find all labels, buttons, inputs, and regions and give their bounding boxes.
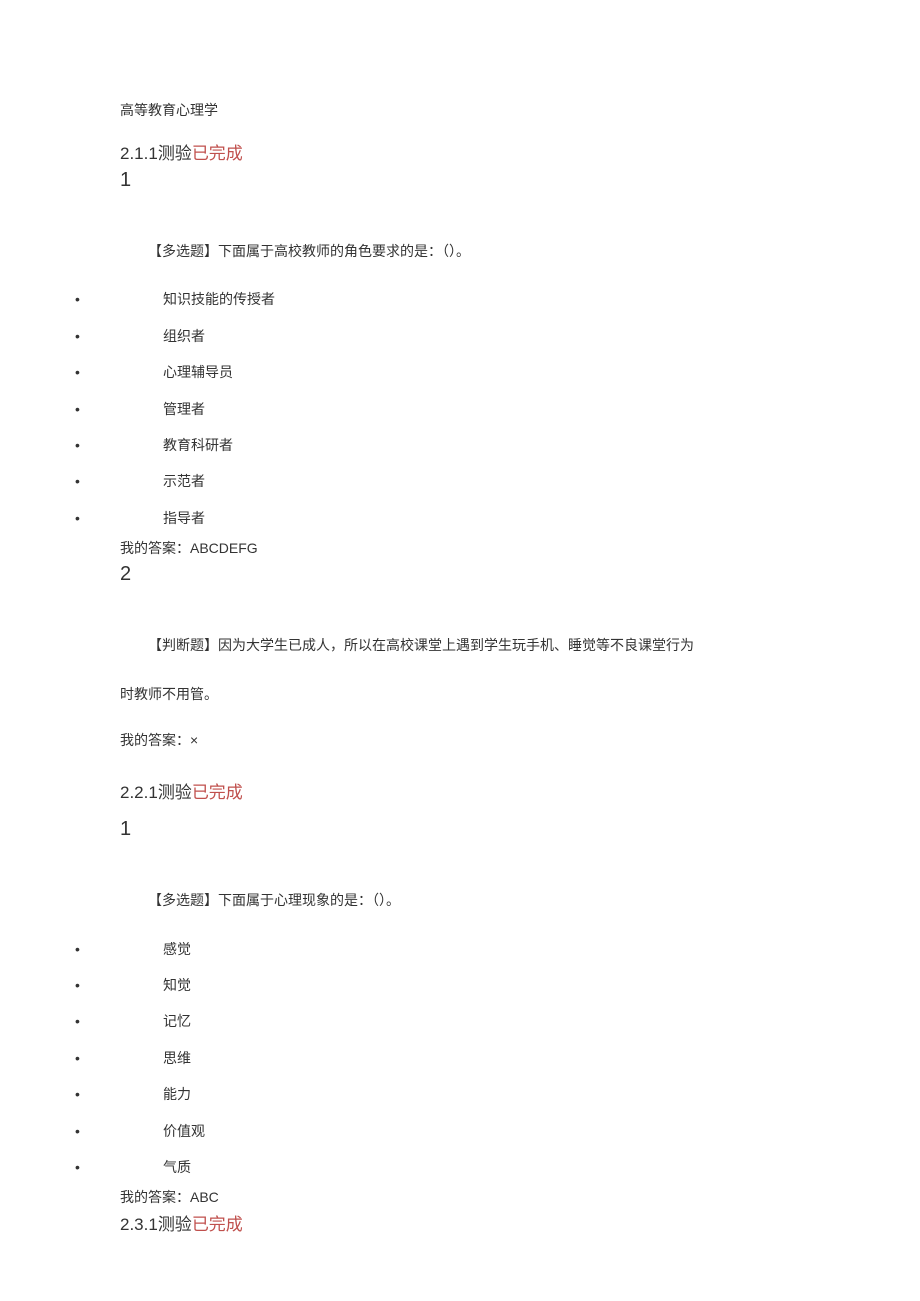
question-type-label: 【多选题】 — [148, 892, 218, 908]
answer-value: ABCDEFG — [190, 540, 258, 556]
answer-line: 我的答案：ABC — [120, 1185, 840, 1210]
list-item: 思维 — [75, 1040, 840, 1076]
quiz-word: 测验 — [158, 783, 192, 802]
answer-value: × — [190, 732, 198, 748]
question-stem: 【多选题】下面属于心理现象的是：（）。 — [120, 881, 840, 920]
list-item: 记忆 — [75, 1003, 840, 1039]
question-text-line2: 时教师不用管。 — [120, 670, 840, 719]
answer-label: 我的答案： — [120, 1189, 190, 1205]
answer-line: 我的答案：× — [120, 719, 840, 761]
list-item: 管理者 — [75, 391, 840, 427]
list-item: 知觉 — [75, 967, 840, 1003]
answer-label: 我的答案： — [120, 732, 190, 748]
quiz-status: 已完成 — [192, 783, 243, 802]
question-text-line1: 因为大学生已成人，所以在高校课堂上遇到学生玩手机、睡觉等不良课堂行为 — [218, 637, 694, 653]
list-item: 指导者 — [75, 500, 840, 536]
question-number: 2 — [120, 563, 840, 586]
answer-line: 我的答案：ABCDEFG — [120, 536, 840, 561]
document-title: 高等教育心理学 — [120, 100, 840, 120]
quiz-status: 已完成 — [192, 1215, 243, 1234]
quiz-word: 测验 — [158, 144, 192, 163]
question-text: 下面属于心理现象的是：（）。 — [218, 892, 400, 908]
question-number: 1 — [120, 818, 840, 841]
list-item: 组织者 — [75, 318, 840, 354]
list-item: 能力 — [75, 1076, 840, 1112]
quiz-status: 已完成 — [192, 144, 243, 163]
answer-label: 我的答案： — [120, 540, 190, 556]
question-stem: 【多选题】下面属于高校教师的角色要求的是：（）。 — [120, 232, 840, 271]
question-type-label: 【判断题】 — [148, 637, 218, 653]
option-list: 感觉 知觉 记忆 思维 能力 价值观 气质 — [75, 931, 840, 1186]
question-type-label: 【多选题】 — [148, 243, 218, 259]
question-number: 1 — [120, 169, 840, 192]
quiz-heading-2-2-1: 2.2.1测验已完成 — [120, 779, 840, 806]
list-item: 气质 — [75, 1149, 840, 1185]
list-item: 感觉 — [75, 931, 840, 967]
quiz-heading-2-3-1: 2.3.1测验已完成 — [120, 1211, 840, 1238]
option-list: 知识技能的传授者 组织者 心理辅导员 管理者 教育科研者 示范者 指导者 — [75, 281, 840, 536]
quiz-word: 测验 — [158, 1215, 192, 1234]
quiz-heading-2-1-1: 2.1.1测验已完成 — [120, 140, 840, 167]
answer-value: ABC — [190, 1189, 219, 1205]
list-item: 知识技能的传授者 — [75, 281, 840, 317]
question-stem: 【判断题】因为大学生已成人，所以在高校课堂上遇到学生玩手机、睡觉等不良课堂行为 — [120, 621, 840, 670]
question-text: 下面属于高校教师的角色要求的是：（）。 — [218, 243, 470, 259]
list-item: 价值观 — [75, 1113, 840, 1149]
list-item: 心理辅导员 — [75, 354, 840, 390]
quiz-number: 2.3.1 — [120, 1215, 158, 1234]
quiz-number: 2.2.1 — [120, 783, 158, 802]
list-item: 教育科研者 — [75, 427, 840, 463]
list-item: 示范者 — [75, 463, 840, 499]
quiz-number: 2.1.1 — [120, 144, 158, 163]
